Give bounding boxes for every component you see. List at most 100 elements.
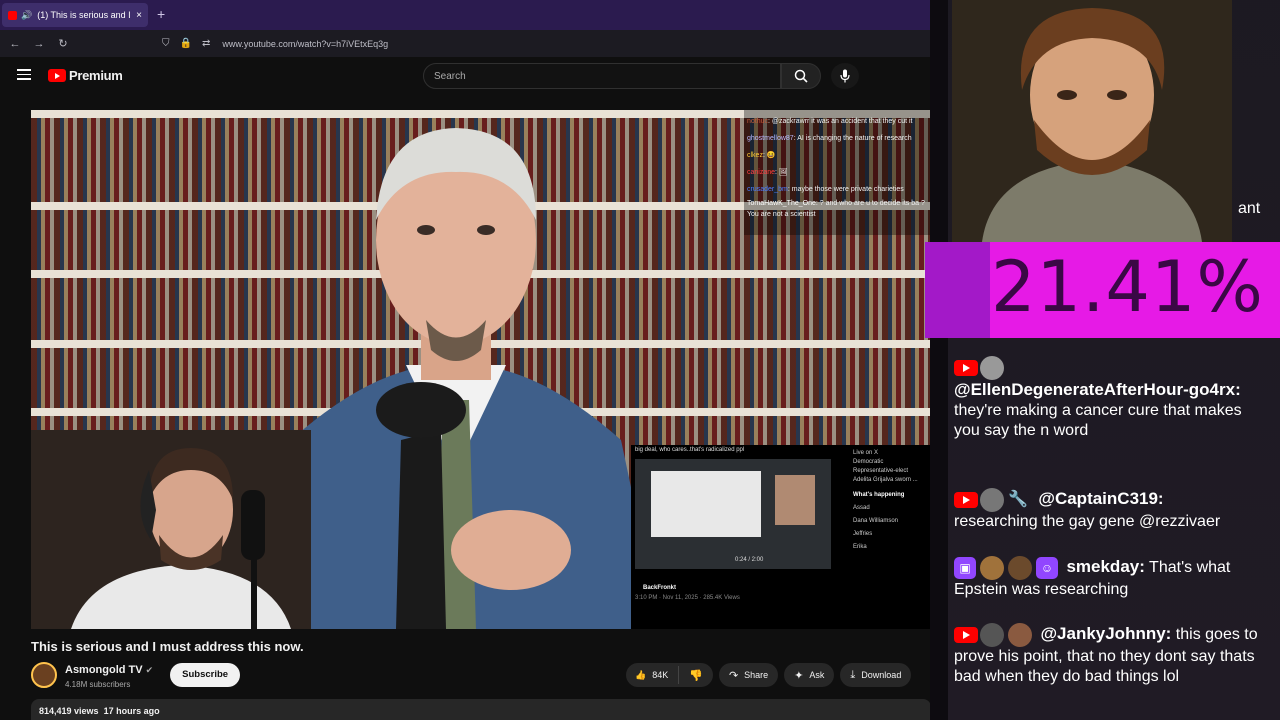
verified-icon: ✔ (145, 665, 154, 675)
meter-value: 21.41% (991, 246, 1264, 328)
youtube-header: Premium Search (0, 57, 930, 95)
badge-icon (1008, 556, 1032, 580)
like-dislike-group: 👍 84K 👎 (626, 663, 713, 687)
screen: 🔊 (1) This is serious and I must × + ← →… (0, 0, 1280, 720)
youtube-badge-icon (954, 627, 978, 643)
video-title: This is serious and I must address this … (31, 639, 304, 654)
chat-username: smekday: (1066, 557, 1145, 577)
face-image (775, 475, 815, 525)
video-actions: 👍 84K 👎 ↷ Share ✦ Ask ⤓ Download (626, 663, 912, 687)
like-count: 84K (652, 670, 669, 680)
youtube-favicon-icon (8, 10, 17, 20)
voice-search-button[interactable] (831, 63, 859, 89)
thumbs-down-icon: 👎 (689, 669, 703, 682)
tab-title: (1) This is serious and I must (37, 10, 132, 20)
document-image (651, 471, 761, 537)
chat-message: ▣ ☺ smekday: That's what Epstein was rese… (954, 556, 1274, 600)
upload-time: 17 hours ago (103, 706, 160, 716)
like-button[interactable]: 👍 84K (626, 666, 680, 684)
trend-item: Dana Williamson (853, 518, 899, 524)
chat-message: @EllenDegenerateAfterHour-go4rx: they're… (954, 356, 1244, 441)
url-security-icons: ⛉ 🔒 ⇄ (162, 38, 210, 49)
forward-icon[interactable]: → (30, 38, 48, 50)
ask-button[interactable]: ✦ Ask (784, 663, 835, 687)
chat-message: 🔧 @CaptainC319: researching the gay gene… (954, 488, 1274, 532)
share-icon: ↷ (728, 669, 739, 682)
search-input[interactable]: Search (423, 63, 781, 89)
tweet-video-time: 0:24 / 2:00 (735, 557, 764, 563)
browser-tab[interactable]: 🔊 (1) This is serious and I must × (2, 3, 148, 27)
url-field[interactable]: www.youtube.com/watch?v=h7iVEtxEq3g (222, 39, 388, 49)
video-player[interactable]: nothuc: @zackrawrr it was an accident th… (31, 110, 930, 629)
panel-edge (930, 0, 948, 720)
view-count: 814,419 views (39, 706, 99, 716)
speaker-icon[interactable]: 🔊 (21, 10, 32, 21)
menu-icon[interactable] (17, 69, 31, 80)
download-button[interactable]: ⤓ Download (840, 663, 912, 687)
description-box[interactable]: 814,419 views 17 hours ago (31, 699, 931, 720)
chat-text: researching the gay gene @rezzivaer (954, 513, 1221, 530)
trend-item: Assad (853, 505, 870, 511)
meter-left-block (925, 242, 990, 338)
trending-sidebar: Live on X Democratic Representative-elec… (849, 445, 930, 629)
user-avatar (980, 623, 1004, 647)
share-label: Share (744, 670, 769, 680)
new-tab-button[interactable]: + (157, 6, 165, 22)
sparkle-icon: ✦ (794, 669, 804, 682)
user-avatar (980, 488, 1004, 512)
overlay-chat-line: nothuc: @zackrawrr it was an accident th… (747, 118, 913, 125)
subscribe-button[interactable]: Subscribe (170, 662, 241, 687)
download-icon: ⤓ (850, 668, 856, 681)
search-button[interactable] (781, 63, 821, 89)
trend-item: Live on X (853, 450, 879, 456)
percentage-meter: 21.41% (925, 242, 1280, 338)
twitch-badge-icon: ▣ (954, 557, 976, 579)
reload-icon[interactable]: ↻ (54, 37, 72, 50)
chat-username: @JankyJohnny: (1040, 624, 1172, 644)
dislike-button[interactable]: 👎 (679, 669, 713, 682)
download-label: Download (861, 670, 902, 680)
tweet-author: BackFronkt (643, 585, 677, 591)
ask-label: Ask (809, 670, 825, 680)
streamer-webcam (31, 430, 311, 629)
share-button[interactable]: ↷ Share (718, 663, 779, 687)
chat-text: they're making a cancer cure that makes … (954, 402, 1242, 439)
cartoon-caption: ant (1238, 200, 1261, 217)
tweet-video: 0:24 / 2:00 (635, 459, 831, 569)
trend-item: Jeffries (853, 531, 873, 537)
shield-icon[interactable]: ⛉ (162, 38, 170, 49)
wrench-icon: 🔧 (1008, 491, 1028, 508)
tab-close-icon[interactable]: × (136, 10, 142, 21)
channel-row: Asmongold TV ✔ 4.18M subscribers Subscrib… (31, 660, 241, 689)
overlay-chat-line: ghostmellow87: AI is changing the nature… (747, 135, 912, 142)
browser-urlbar: ← → ↻ ⛉ 🔒 ⇄ www.youtube.com/watch?v=h7iV… (0, 30, 930, 57)
channel-avatar[interactable] (31, 661, 57, 688)
overlay-chat-line: canizane: 🖼 (747, 169, 788, 176)
tweet-meta: 3:10 PM · Nov 11, 2025 · 285.4K Views (635, 595, 740, 601)
trend-item: Erika (853, 544, 867, 550)
video-chat-overlay: nothuc: @zackrawrr it was an accident th… (744, 110, 930, 235)
youtube-badge-icon (954, 360, 978, 376)
badge-icon (1008, 623, 1032, 647)
logo-text: Premium (69, 68, 123, 83)
user-avatar (980, 356, 1004, 380)
lock-icon[interactable]: 🔒 (180, 38, 192, 49)
chat-username: @CaptainC319: (1038, 489, 1164, 509)
streamer-figure (31, 430, 311, 629)
purple-badge-icon: ☺ (1036, 557, 1058, 579)
back-icon[interactable]: ← (6, 38, 24, 50)
trend-item: What's happening (853, 492, 905, 498)
permissions-icon[interactable]: ⇄ (202, 38, 210, 49)
user-avatar (980, 556, 1004, 580)
channel-name[interactable]: Asmongold TV (65, 664, 143, 676)
embedded-tweet-screen: big deal, who cares..that's radicalized … (631, 445, 930, 629)
overlay-chat-line: crusader_bm: maybe those were private ch… (747, 186, 904, 193)
chat-username: @EllenDegenerateAfterHour-go4rx: (954, 380, 1241, 399)
overlay-chat-line: clkez: 😆 (747, 152, 776, 159)
channel-info: Asmongold TV ✔ 4.18M subscribers (65, 660, 153, 689)
cartoon-man-figure (952, 0, 1232, 242)
cartoon-avatar (952, 0, 1232, 242)
thumbs-up-icon: 👍 (635, 669, 647, 680)
youtube-logo[interactable]: Premium (48, 68, 123, 83)
youtube-play-icon (48, 69, 66, 82)
